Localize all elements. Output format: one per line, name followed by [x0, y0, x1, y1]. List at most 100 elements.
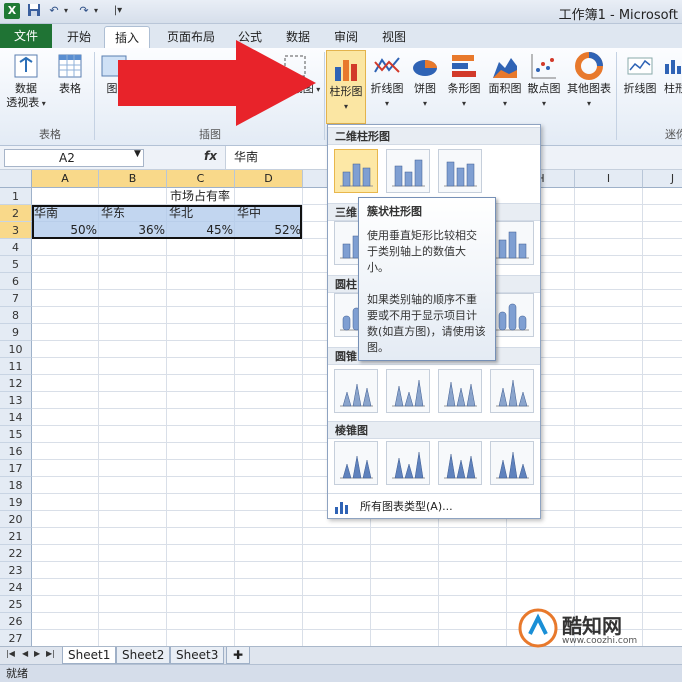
tab-review[interactable]: 审阅 [326, 26, 366, 48]
line-chart-button[interactable]: 折线图 ▾ [368, 52, 406, 111]
redo-dropdown-icon[interactable]: ▾ [92, 3, 100, 19]
cone-stacked-column-option[interactable] [386, 369, 430, 413]
pyr-100-stacked-column-option[interactable] [438, 441, 482, 485]
row-header-15[interactable]: 15 [0, 426, 32, 443]
cell-region[interactable]: 华北 [167, 205, 235, 222]
tab-view[interactable]: 视图 [374, 26, 414, 48]
name-box-dropdown-icon[interactable]: ▼ [134, 149, 141, 159]
row-header-16[interactable]: 16 [0, 443, 32, 460]
sheet-tab-1[interactable]: Sheet1 [62, 647, 117, 664]
pyr-chart-icon [496, 451, 529, 479]
insert-function-icon[interactable]: fx [204, 149, 217, 163]
row-header-2[interactable]: 2 [0, 205, 32, 222]
sheet-tab-3[interactable]: Sheet3 [170, 647, 225, 664]
name-box[interactable]: A2 [4, 149, 144, 167]
cone-clustered-column-option[interactable] [334, 369, 378, 413]
row-header-24[interactable]: 24 [0, 579, 32, 596]
row-header-3[interactable]: 3 [0, 222, 32, 239]
pyr-3d-column-option[interactable] [490, 441, 534, 485]
row-header-14[interactable]: 14 [0, 409, 32, 426]
cell-region[interactable]: 华东 [99, 205, 167, 222]
col-clustered-column-option[interactable] [334, 149, 378, 193]
cyl-3d-column-option[interactable] [490, 293, 534, 337]
row-header-27[interactable]: 27 [0, 630, 32, 646]
row-header-8[interactable]: 8 [0, 307, 32, 324]
column-header-c[interactable]: C [167, 170, 235, 188]
row-header-21[interactable]: 21 [0, 528, 32, 545]
scatter-chart-button[interactable]: 散点图 ▾ [526, 52, 562, 111]
area-chart-icon [493, 58, 517, 78]
row-header-10[interactable]: 10 [0, 341, 32, 358]
row-header-5[interactable]: 5 [0, 256, 32, 273]
row-header-17[interactable]: 17 [0, 460, 32, 477]
row-header-26[interactable]: 26 [0, 613, 32, 630]
all-chart-types-link[interactable]: 所有图表类型(A)... [328, 493, 540, 519]
column-header-i[interactable]: I [575, 170, 643, 188]
grid-row-line [32, 527, 682, 528]
row-header-20[interactable]: 20 [0, 511, 32, 528]
row-header-18[interactable]: 18 [0, 477, 32, 494]
row-header-4[interactable]: 4 [0, 239, 32, 256]
customize-quick-access-icon[interactable]: |▾ [110, 3, 126, 19]
cone-100-stacked-column-option[interactable] [438, 369, 482, 413]
cell-region[interactable]: 华南 [32, 205, 99, 222]
cell-share-value[interactable]: 52% [235, 222, 303, 239]
row-header-1[interactable]: 1 [0, 188, 32, 205]
undo-icon[interactable]: ↶ [46, 3, 62, 19]
bar-chart-button[interactable]: 条形图 ▾ [444, 52, 484, 111]
row-header-11[interactable]: 11 [0, 358, 32, 375]
tab-home[interactable]: 开始 [58, 26, 100, 48]
cell-title[interactable]: 市场占有率 [100, 188, 300, 205]
pyr-clustered-column-option[interactable] [334, 441, 378, 485]
row-header-13[interactable]: 13 [0, 392, 32, 409]
pivot-table-button[interactable]: 数据 透视表 ▾ [4, 52, 48, 111]
sparkline-line-button[interactable]: 折线图 [620, 52, 660, 96]
pie-chart-button[interactable]: 饼图 ▾ [408, 52, 442, 111]
cone-chart-icon [340, 383, 373, 407]
redo-icon[interactable]: ↷ [76, 3, 92, 19]
cell-region[interactable]: 华中 [235, 205, 303, 222]
tab-file[interactable]: 文件 [0, 24, 52, 48]
formula-input[interactable]: 华南 [225, 146, 335, 169]
row-header-22[interactable]: 22 [0, 545, 32, 562]
row-header-12[interactable]: 12 [0, 375, 32, 392]
cell-share-value[interactable]: 45% [167, 222, 235, 239]
sheet-tab-2[interactable]: Sheet2 [116, 647, 171, 664]
column-header-a[interactable]: A [32, 170, 99, 188]
area-chart-button[interactable]: 面积图 ▾ [486, 52, 524, 111]
cell-share-value[interactable]: 36% [99, 222, 167, 239]
next-sheet-icon[interactable]: ▶ [34, 649, 40, 658]
row-header-9[interactable]: 9 [0, 324, 32, 341]
column-header-b[interactable]: B [99, 170, 167, 188]
row-header-23[interactable]: 23 [0, 562, 32, 579]
save-icon[interactable] [26, 3, 42, 19]
column-chart-button[interactable]: 柱形图 ▾ [326, 50, 366, 124]
prev-sheet-icon[interactable]: ◀ [22, 649, 28, 658]
pyr-stacked-column-option[interactable] [386, 441, 430, 485]
row-header-19[interactable]: 19 [0, 494, 32, 511]
select-all-corner[interactable] [0, 170, 32, 188]
undo-dropdown-icon[interactable]: ▾ [62, 3, 70, 19]
last-sheet-icon[interactable]: ▶| [46, 649, 55, 658]
excel-app-icon[interactable]: X [4, 3, 20, 19]
col-stacked-column-option[interactable] [386, 149, 430, 193]
cell-share-value[interactable]: 50% [32, 222, 99, 239]
column-header-d[interactable]: D [235, 170, 303, 188]
watermark-name: 酷知网 [562, 614, 622, 638]
row-header-6[interactable]: 6 [0, 273, 32, 290]
status-bar: 就绪 [0, 664, 682, 682]
first-sheet-icon[interactable]: |◀ [6, 649, 15, 658]
col3d-3d-column-option[interactable] [490, 221, 534, 265]
sparkline-column-button[interactable]: 柱形 [660, 52, 682, 96]
watermark-logo-icon [518, 608, 558, 648]
row-header-25[interactable]: 25 [0, 596, 32, 613]
other-charts-button[interactable]: 其他图表 ▾ [564, 52, 614, 111]
bar-chart-icon [452, 55, 476, 77]
grid-col-line [574, 188, 575, 646]
insert-sheet-icon[interactable]: ✚ [226, 647, 250, 664]
column-header-j[interactable]: J [643, 170, 682, 188]
col-100-stacked-column-option[interactable] [438, 149, 482, 193]
table-button[interactable]: 表格 [50, 52, 90, 96]
row-header-7[interactable]: 7 [0, 290, 32, 307]
cone-3d-column-option[interactable] [490, 369, 534, 413]
